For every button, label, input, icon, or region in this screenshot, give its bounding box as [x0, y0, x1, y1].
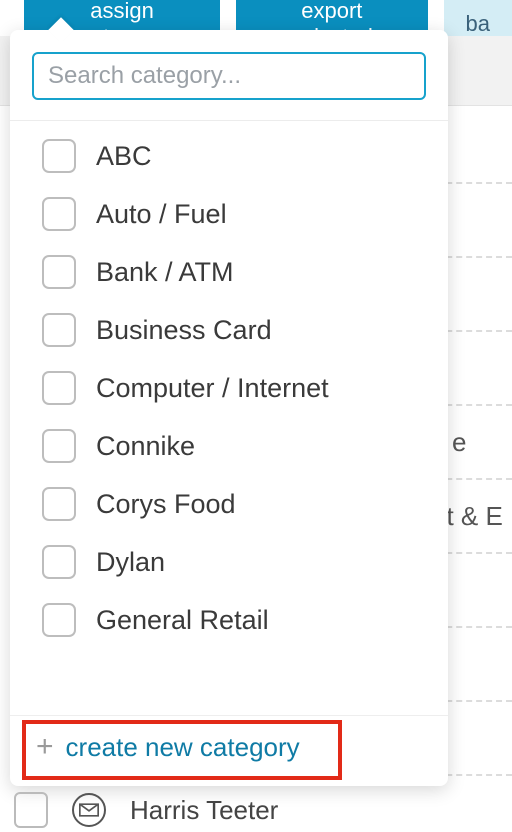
category-option[interactable]: General Retail	[10, 591, 448, 649]
checkbox-icon[interactable]	[42, 139, 76, 173]
category-option[interactable]: Corys Food	[10, 475, 448, 533]
category-option[interactable]: Connike	[10, 417, 448, 475]
category-label: ABC	[96, 141, 152, 172]
category-option[interactable]: Computer / Internet	[10, 359, 448, 417]
create-label: create new category	[66, 732, 300, 763]
plus-icon: +	[36, 730, 54, 764]
transaction-label: Harris Teeter	[130, 795, 278, 826]
category-label: Dylan	[96, 547, 165, 578]
transaction-row[interactable]: Harris Teeter	[0, 788, 512, 832]
category-option[interactable]: Auto / Fuel	[10, 185, 448, 243]
checkbox-icon[interactable]	[42, 429, 76, 463]
category-dropdown: ABC Auto / Fuel Bank / ATM Business Card…	[10, 30, 448, 786]
category-label: Bank / ATM	[96, 257, 234, 288]
checkbox-icon[interactable]	[42, 197, 76, 231]
category-label: Business Card	[96, 315, 272, 346]
category-list[interactable]: ABC Auto / Fuel Bank / ATM Business Card…	[10, 121, 448, 715]
search-input[interactable]	[32, 52, 426, 100]
checkbox-icon[interactable]	[42, 255, 76, 289]
category-option[interactable]: Business Card	[10, 301, 448, 359]
category-label: General Retail	[96, 605, 269, 636]
category-label: Auto / Fuel	[96, 199, 227, 230]
checkbox-icon[interactable]	[42, 487, 76, 521]
search-wrap	[10, 30, 448, 121]
category-label: Computer / Internet	[96, 373, 329, 404]
create-new-category-button[interactable]: + create new category	[10, 715, 448, 786]
checkbox-icon[interactable]	[42, 371, 76, 405]
checkbox-icon[interactable]	[42, 313, 76, 347]
category-option[interactable]: Bank / ATM	[10, 243, 448, 301]
category-option[interactable]: ABC	[10, 127, 448, 185]
category-label: Connike	[96, 431, 195, 462]
checkbox-icon[interactable]	[42, 545, 76, 579]
category-option[interactable]: Dylan	[10, 533, 448, 591]
checkbox-icon[interactable]	[14, 792, 48, 828]
checkbox-icon[interactable]	[42, 603, 76, 637]
category-label: Corys Food	[96, 489, 236, 520]
envelope-icon[interactable]	[72, 793, 106, 827]
